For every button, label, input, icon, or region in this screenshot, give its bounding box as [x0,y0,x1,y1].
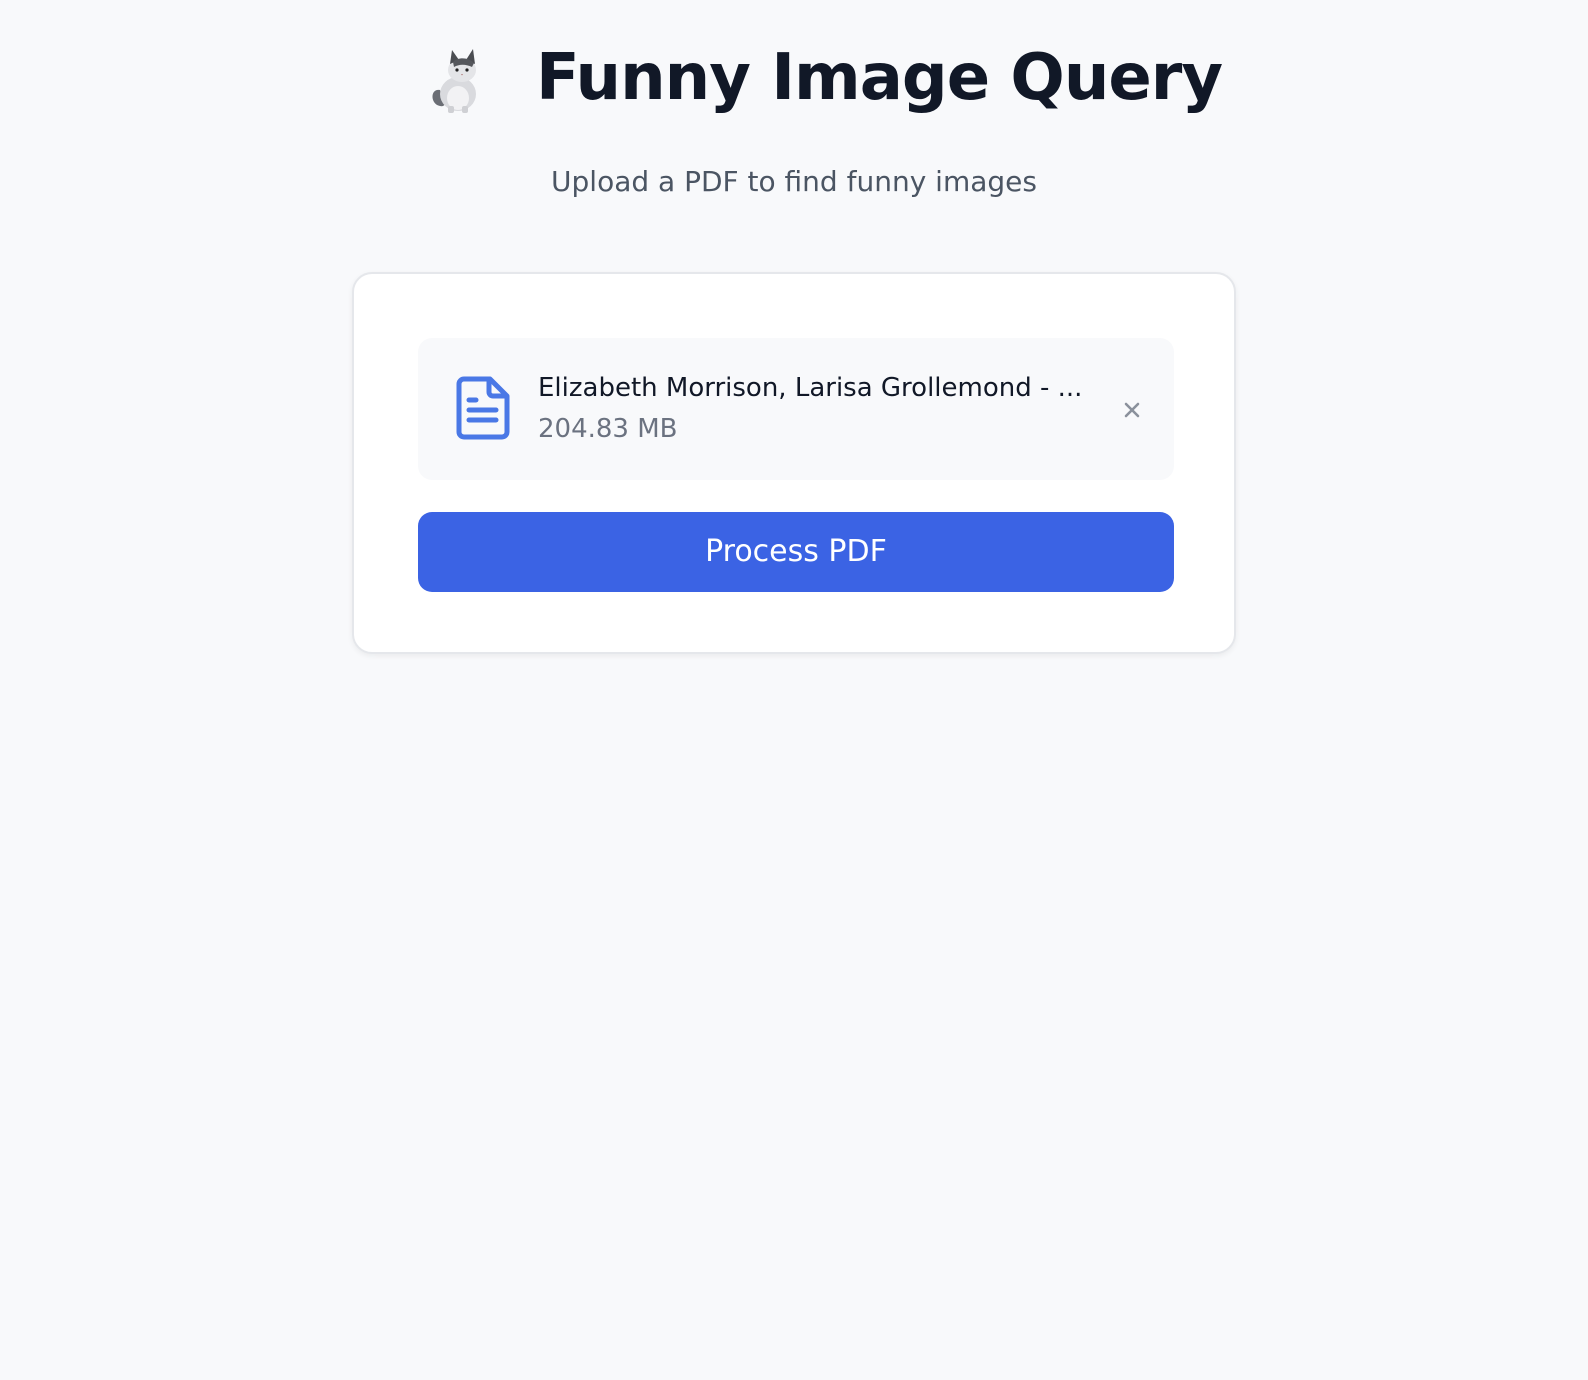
selected-file: Elizabeth Morrison, Larisa Grollemond - … [418,338,1174,480]
file-size: 204.83 MB [538,414,678,444]
document-icon [456,376,510,440]
process-pdf-button[interactable]: Process PDF [418,512,1174,592]
cat-icon [432,49,476,113]
file-name: Elizabeth Morrison, Larisa Grollemond - … [538,373,1083,403]
remove-file-button[interactable] [1118,396,1146,424]
page-title: Funny Image Query [536,41,1223,115]
page-subtitle: Upload a PDF to find funny images [551,165,1037,198]
upload-card: Elizabeth Morrison, Larisa Grollemond - … [352,272,1236,654]
close-icon [1124,402,1140,418]
page-header: Funny Image Query [0,36,1588,136]
